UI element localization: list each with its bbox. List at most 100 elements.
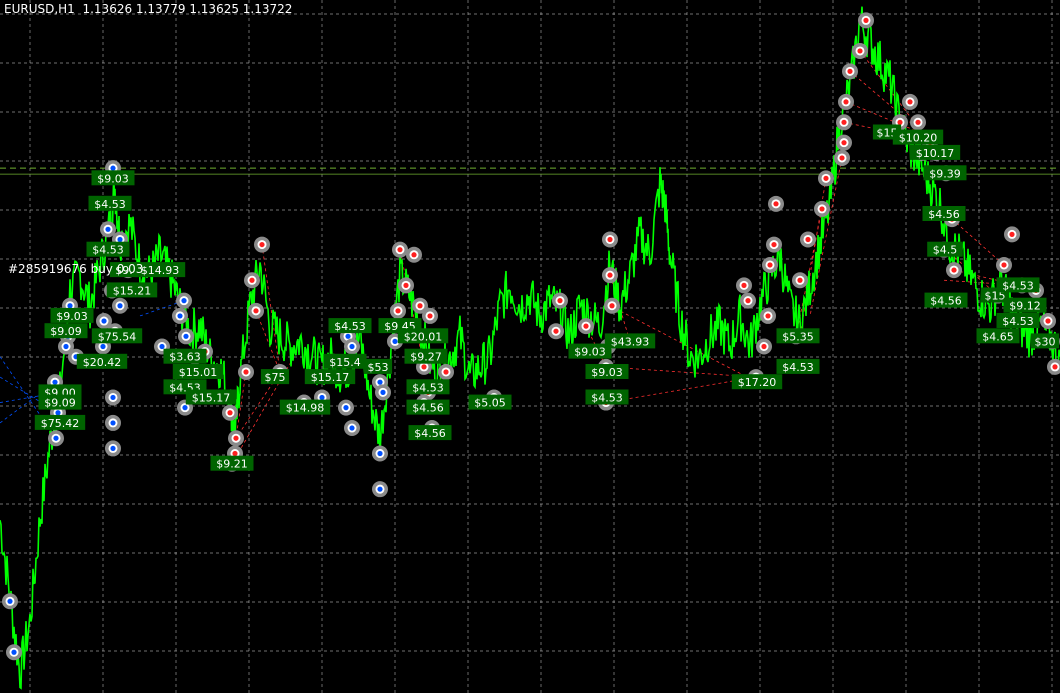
profit-label: $4.53 bbox=[585, 389, 629, 405]
profit-label-text: $15.21 bbox=[113, 284, 152, 297]
chart-header: EURUSD,H1 1.13626 1.13779 1.13625 1.1372… bbox=[4, 2, 292, 16]
marker-dot bbox=[397, 247, 403, 253]
sell-trade-marker bbox=[244, 272, 260, 289]
marker-dot bbox=[249, 277, 255, 283]
marker-dot bbox=[159, 343, 165, 350]
profit-label: $4.56 bbox=[924, 292, 968, 308]
trade-markers bbox=[2, 12, 1060, 661]
profit-label: $53 bbox=[363, 358, 393, 374]
sell-trade-marker bbox=[392, 241, 408, 258]
profit-label-text: $15.4 bbox=[329, 356, 361, 369]
marker-dot bbox=[243, 369, 249, 375]
profit-label: $4.53 bbox=[86, 241, 130, 257]
profit-label: $15.01 bbox=[172, 364, 224, 379]
profit-label: $4.5 bbox=[927, 241, 963, 257]
order-label: #285919676 buy 0.03 bbox=[8, 262, 144, 276]
marker-dot bbox=[443, 369, 449, 375]
profit-label-text: $9.03 bbox=[56, 310, 88, 323]
profit-label-text: $9.39 bbox=[929, 167, 961, 180]
profit-label: $30 bbox=[1030, 333, 1060, 349]
ohlc-readout: 1.13626 1.13779 1.13625 1.13722 bbox=[82, 2, 293, 16]
profit-label: $5.35 bbox=[776, 328, 820, 344]
marker-dot bbox=[771, 241, 777, 248]
marker-dot bbox=[53, 435, 59, 441]
sell-trade-marker bbox=[1004, 226, 1020, 243]
profit-label-text: $14.98 bbox=[286, 402, 325, 415]
symbol-label: EURUSD,H1 bbox=[4, 2, 75, 16]
marker-dot bbox=[55, 410, 61, 416]
marker-dot bbox=[761, 343, 767, 350]
profit-label: $9.12 bbox=[1003, 297, 1047, 313]
profit-label-text: $17.20 bbox=[738, 376, 777, 389]
sell-trade-marker bbox=[578, 318, 594, 335]
sell-trade-marker bbox=[858, 12, 874, 29]
buy-trade-marker bbox=[2, 593, 18, 610]
profit-label: $43.93 bbox=[604, 333, 656, 349]
profit-label: $15.17 bbox=[304, 369, 356, 385]
sell-trade-marker bbox=[814, 200, 830, 217]
profit-label-text: $20.01 bbox=[404, 330, 443, 343]
marker-dot bbox=[52, 379, 58, 385]
profit-label-text: $10.17 bbox=[916, 147, 955, 160]
marker-dot bbox=[232, 450, 238, 457]
profit-label: $20.01 bbox=[397, 328, 449, 344]
marker-dot bbox=[105, 226, 111, 232]
marker-dot bbox=[100, 343, 106, 350]
sell-trade-marker bbox=[760, 307, 776, 324]
marker-dot bbox=[345, 333, 351, 339]
profit-label: $20.42 bbox=[76, 353, 128, 369]
sell-trade-marker bbox=[834, 149, 850, 166]
marker-dot bbox=[907, 99, 913, 105]
marker-dot bbox=[745, 298, 751, 304]
sell-trade-marker bbox=[852, 42, 868, 59]
marker-dot bbox=[411, 252, 417, 258]
sell-trade-marker bbox=[398, 277, 414, 294]
profit-label: $4.53 bbox=[328, 318, 372, 334]
price-chart[interactable]: $9.03$4.53$4.53$9. $14.93$15.21$9.03$9.09… bbox=[0, 0, 1060, 693]
buy-trade-marker bbox=[105, 389, 121, 406]
profit-label: $9.39 bbox=[923, 165, 967, 181]
marker-dot bbox=[863, 17, 869, 23]
profit-label: $9.09 bbox=[38, 394, 82, 410]
profit-label-text: $75.42 bbox=[41, 417, 80, 430]
marker-dot bbox=[183, 333, 189, 339]
profit-label: $9.27 bbox=[404, 348, 448, 364]
sell-trade-marker bbox=[946, 262, 962, 279]
marker-dot bbox=[841, 140, 847, 146]
marker-dot bbox=[841, 119, 847, 125]
profit-label: $15.21 bbox=[106, 282, 158, 298]
profit-label-text: $4.53 bbox=[92, 244, 124, 257]
profit-label-text: $20.42 bbox=[83, 356, 122, 369]
marker-dot bbox=[421, 364, 427, 370]
sell-trade-marker bbox=[552, 292, 568, 309]
marker-dot bbox=[427, 313, 433, 319]
marker-dot bbox=[607, 236, 613, 243]
sell-trade-marker bbox=[1040, 313, 1056, 330]
marker-dot bbox=[417, 303, 423, 309]
profit-label-text: $15.01 bbox=[179, 366, 218, 379]
marker-dot bbox=[377, 379, 383, 385]
profit-label: $14.98 bbox=[279, 399, 331, 415]
profit-label: $4.53 bbox=[776, 358, 820, 374]
marker-dot bbox=[607, 272, 613, 278]
marker-dot bbox=[110, 165, 116, 171]
sell-trade-marker bbox=[762, 256, 778, 273]
profit-label-text: $75 bbox=[265, 371, 286, 384]
profit-label: $4.65 bbox=[976, 328, 1020, 344]
profit-label: $9.03 bbox=[50, 307, 94, 323]
buy-trade-marker bbox=[372, 481, 388, 498]
sell-trade-marker bbox=[238, 363, 254, 380]
buy-trade-marker bbox=[105, 414, 121, 431]
profit-label-text: $4.53 bbox=[94, 198, 126, 211]
buy-trade-marker bbox=[172, 307, 188, 324]
sell-trade-marker bbox=[768, 195, 784, 212]
profit-label-text: $9.03 bbox=[97, 172, 129, 185]
profit-label: $4.56 bbox=[922, 206, 966, 221]
profit-label: $4.56 bbox=[408, 425, 452, 441]
marker-dot bbox=[847, 68, 853, 74]
profit-label-text: $4.53 bbox=[1002, 279, 1034, 292]
profit-label: $4.56 bbox=[406, 399, 450, 415]
sell-trade-marker bbox=[902, 93, 918, 110]
profit-label-text: $9.03 bbox=[591, 366, 623, 379]
profit-label-text: $5.05 bbox=[474, 397, 506, 410]
